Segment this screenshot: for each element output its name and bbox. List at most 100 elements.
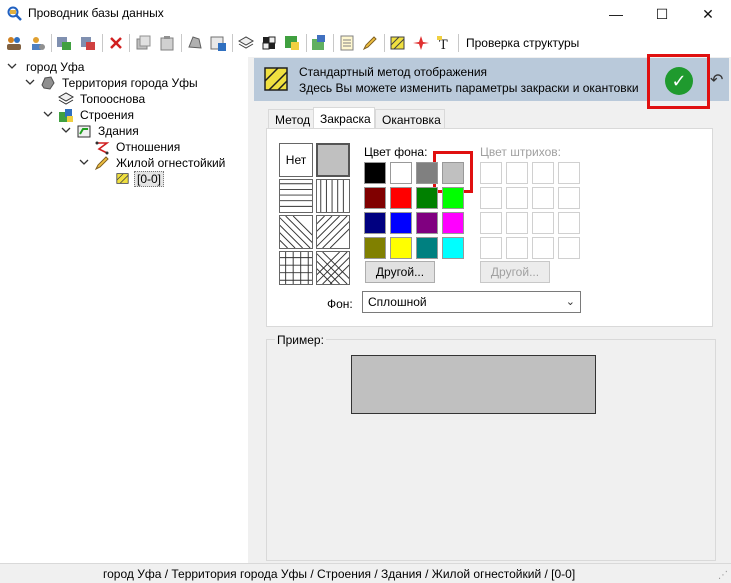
hatch-icon <box>116 173 129 184</box>
hatch-color-swatch <box>532 237 554 259</box>
hatch-color-swatch <box>558 212 580 234</box>
tree-node-city[interactable]: город Уфа <box>6 59 206 75</box>
bg-other-color-button[interactable]: Другой... <box>365 261 435 283</box>
status-bar: город Уфа / Территория города Уфы / Стро… <box>0 563 731 583</box>
tree-node-structures[interactable]: Строения <box>42 107 242 123</box>
fill-tab-pane: Нет Цвет фона: Другой... Цвет штрихов: Д… <box>266 128 713 327</box>
chevron-down-icon[interactable] <box>78 156 90 168</box>
tree-node-label: Топооснова <box>80 92 146 106</box>
close-button[interactable]: ✕ <box>685 0 731 28</box>
window-title: Проводник базы данных <box>28 6 164 20</box>
bg-color-swatch[interactable] <box>442 212 464 234</box>
add-layer-icon[interactable] <box>54 33 74 53</box>
bg-color-swatch[interactable] <box>416 187 438 209</box>
bg-color-swatch[interactable] <box>390 187 412 209</box>
hatch-color-swatch <box>480 162 502 184</box>
tree-node-label: Здания <box>98 124 139 138</box>
buildings-icon <box>59 109 73 122</box>
hatch-color-swatch <box>558 162 580 184</box>
bg-color-swatch[interactable] <box>390 237 412 259</box>
tab-method[interactable]: Метод <box>268 109 314 129</box>
bg-color-swatch[interactable] <box>364 237 386 259</box>
checker-icon[interactable] <box>259 33 279 53</box>
tree-node-relations[interactable]: Отношения <box>78 139 238 155</box>
tree-node-label-selected: [0-0] <box>134 171 165 187</box>
hatch-color-swatch <box>506 237 528 259</box>
hatch-fill-icon[interactable] <box>388 33 408 53</box>
pattern-vertical[interactable] <box>316 179 350 213</box>
pattern-diagonal-down[interactable] <box>279 215 313 249</box>
bg-color-swatch[interactable] <box>442 187 464 209</box>
map-add-icon[interactable] <box>309 33 329 53</box>
database-explorer-icon <box>7 6 22 21</box>
tree-node-buildings[interactable]: Здания <box>60 123 240 139</box>
tree-node-label: Строения <box>80 108 135 122</box>
undo-icon[interactable]: ↶ <box>710 70 723 90</box>
notes-icon[interactable] <box>337 33 357 53</box>
remove-layer-icon[interactable] <box>78 33 98 53</box>
hatch-fill-icon <box>264 67 288 91</box>
chevron-down-icon[interactable] <box>42 108 54 120</box>
resize-grip-icon[interactable]: ⋰ <box>718 570 728 581</box>
bg-color-label: Цвет фона: <box>364 145 428 159</box>
copy-icon[interactable] <box>133 33 153 53</box>
maximize-button[interactable]: ☐ <box>639 0 685 28</box>
shape-icon[interactable] <box>185 33 205 53</box>
bg-color-swatch[interactable] <box>364 212 386 234</box>
bg-color-swatch[interactable] <box>416 212 438 234</box>
pattern-none[interactable]: Нет <box>279 143 313 177</box>
tab-fill[interactable]: Закраска <box>313 107 375 129</box>
tree-node-territory[interactable]: Территория города Уфы <box>24 75 244 91</box>
pattern-diagonal-cross[interactable] <box>316 251 350 285</box>
toolbar: T Проверка структуры <box>0 30 731 56</box>
svg-text:T: T <box>439 38 448 53</box>
hatch-color-swatch <box>558 237 580 259</box>
star-marker-icon[interactable] <box>411 33 431 53</box>
layers-icon[interactable] <box>236 33 256 53</box>
hatch-color-swatch <box>480 237 502 259</box>
title-bar: Проводник базы данных — ☐ ✕ <box>0 0 731 28</box>
tree-node-range[interactable]: [0-0] <box>96 171 196 187</box>
tree-node-label: Территория города Уфы <box>62 76 198 90</box>
table-edit-icon[interactable] <box>208 33 228 53</box>
bg-color-swatch[interactable] <box>416 162 438 184</box>
maximize-icon: ☐ <box>655 5 669 22</box>
chevron-down-icon[interactable] <box>24 76 36 88</box>
bg-color-swatch[interactable] <box>442 162 464 184</box>
bg-type-select[interactable]: Сплошной ⌄ <box>362 291 581 313</box>
tab-border[interactable]: Окантовка <box>375 109 445 129</box>
tree-node-residential[interactable]: Жилой огнестойкий <box>78 155 244 171</box>
hatch-color-swatch <box>480 212 502 234</box>
chevron-down-icon[interactable] <box>6 60 18 72</box>
preview-label: Пример: <box>275 333 326 347</box>
bg-color-swatch[interactable] <box>416 237 438 259</box>
grid-add-icon[interactable] <box>282 33 302 53</box>
pattern-horizontal[interactable] <box>279 179 313 213</box>
delete-icon[interactable] <box>106 33 126 53</box>
minimize-button[interactable]: — <box>593 0 639 28</box>
text-style-icon[interactable]: T <box>434 33 454 53</box>
paste-icon[interactable] <box>157 33 177 53</box>
territory-icon <box>41 76 55 90</box>
bg-color-swatch[interactable] <box>442 237 464 259</box>
tree-node-topobase[interactable]: Топооснова <box>42 91 242 107</box>
pattern-diagonal-up[interactable] <box>316 215 350 249</box>
users-icon[interactable] <box>4 33 24 53</box>
ok-highlight: ✓ <box>647 54 710 109</box>
apply-button[interactable]: ✓ <box>665 67 693 95</box>
bg-color-swatch[interactable] <box>390 162 412 184</box>
pattern-cross[interactable] <box>279 251 313 285</box>
pencil-icon[interactable] <box>360 33 380 53</box>
bg-color-swatch[interactable] <box>390 212 412 234</box>
chevron-down-icon[interactable] <box>60 124 72 136</box>
bg-color-swatch[interactable] <box>364 162 386 184</box>
banner-subtitle: Здесь Вы можете изменить параметры закра… <box>299 81 639 95</box>
pattern-solid[interactable] <box>316 143 350 177</box>
bg-color-swatch[interactable] <box>364 187 386 209</box>
hatch-color-label: Цвет штрихов: <box>480 145 561 159</box>
bg-type-label: Фон: <box>327 297 353 311</box>
structure-check-button[interactable]: Проверка структуры <box>466 36 579 50</box>
hatch-color-swatch <box>506 212 528 234</box>
user-settings-icon[interactable] <box>27 33 47 53</box>
hatch-color-swatch <box>506 187 528 209</box>
